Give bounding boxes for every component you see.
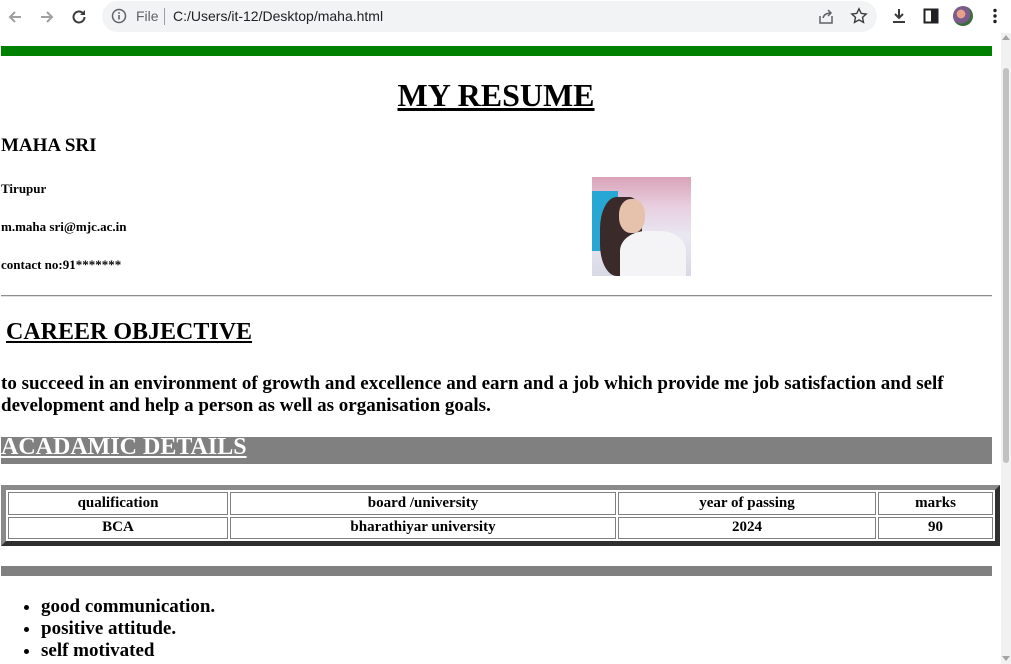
skills-list: good communication. positive attitude. s… xyxy=(0,596,215,662)
forward-icon xyxy=(41,11,54,23)
star-icon[interactable] xyxy=(850,7,868,25)
list-item: self motivated xyxy=(41,640,215,662)
menu-icon xyxy=(993,8,997,24)
url-text[interactable]: C:/Users/it-12/Desktop/maha.html xyxy=(173,8,383,24)
profile-photo xyxy=(592,177,691,276)
reload-button[interactable] xyxy=(67,5,91,29)
city-text: Tirupur xyxy=(1,181,47,196)
table-header-cell: marks xyxy=(878,492,993,515)
menu-button[interactable] xyxy=(985,6,1005,26)
scroll-thumb[interactable] xyxy=(1003,68,1009,463)
back-button[interactable] xyxy=(3,5,27,29)
list-item: good communication. xyxy=(41,596,215,618)
page-title: MY RESUME xyxy=(397,77,595,113)
reload-icon xyxy=(72,10,86,24)
table-header-cell: year of passing xyxy=(618,492,876,515)
back-icon xyxy=(8,11,21,23)
divider xyxy=(1,295,992,297)
academic-details-heading: ACADAMIC DETAILS xyxy=(1,434,247,460)
info-icon[interactable] xyxy=(111,8,127,24)
scroll-down-arrow[interactable] xyxy=(1002,656,1010,661)
table-cell: BCA xyxy=(8,516,228,539)
scroll-up-arrow[interactable] xyxy=(1002,35,1010,40)
email-text: m.maha sri@mjc.ac.in xyxy=(1,219,127,234)
table-cell: 90 xyxy=(878,516,993,539)
contact-text: contact no:91******* xyxy=(1,257,122,272)
table-header-row: qualification board /university year of … xyxy=(8,492,993,515)
table-header-cell: board /university xyxy=(230,492,616,515)
career-objective-text: to succeed in an environment of growth a… xyxy=(1,373,944,416)
table-row: BCA bharathiyar university 2024 90 xyxy=(8,516,993,539)
download-icon xyxy=(893,9,905,23)
share-icon[interactable] xyxy=(817,8,835,26)
table-cell: bharathiyar university xyxy=(230,516,616,539)
table-header-cell: qualification xyxy=(8,492,228,515)
address-bar[interactable]: File C:/Users/it-12/Desktop/maha.html xyxy=(102,1,877,32)
url-scheme-label: File xyxy=(136,8,159,24)
vertical-scrollbar[interactable] xyxy=(1001,33,1011,664)
top-color-bar xyxy=(1,46,992,56)
list-item: positive attitude. xyxy=(41,618,215,640)
side-panel-icon xyxy=(923,8,939,24)
browser-toolbar: File C:/Users/it-12/Desktop/maha.html xyxy=(0,0,1011,33)
side-panel-button[interactable] xyxy=(921,6,941,26)
profile-avatar[interactable] xyxy=(953,6,973,26)
forward-button[interactable] xyxy=(35,5,59,29)
download-button[interactable] xyxy=(889,6,909,26)
academic-table: qualification board /university year of … xyxy=(1,485,1000,546)
career-objective-heading: CAREER OBJECTIVE xyxy=(6,319,253,345)
table-cell: 2024 xyxy=(618,516,876,539)
page-viewport: MY RESUME MAHA SRI Tirupur m.maha sri@mj… xyxy=(0,33,1001,664)
person-name: MAHA SRI xyxy=(1,135,97,156)
skills-heading-bar xyxy=(1,566,992,576)
omnibox-divider xyxy=(164,8,165,25)
